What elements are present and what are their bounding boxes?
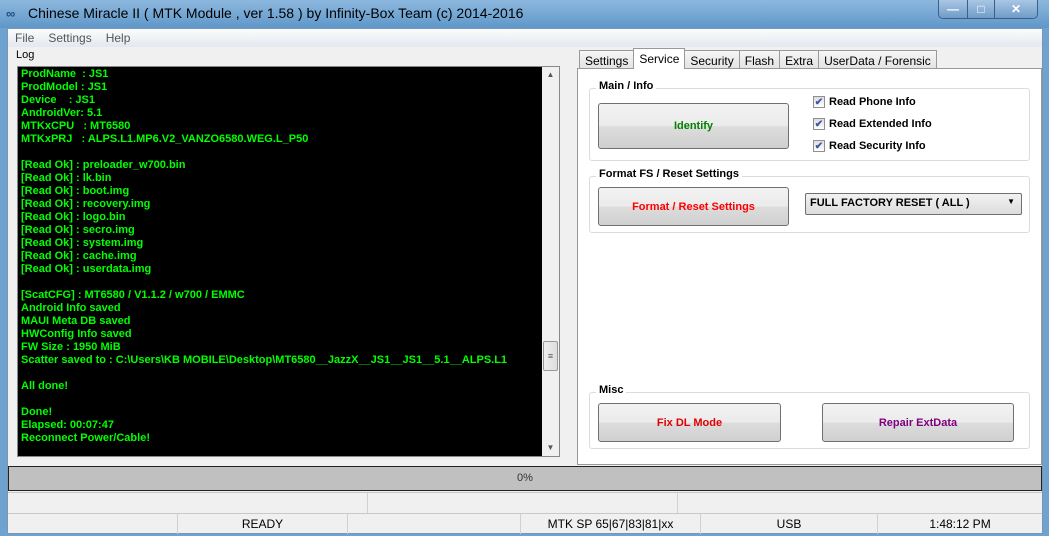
tab-service[interactable]: Service [633, 48, 686, 69]
tab-settings[interactable]: Settings [579, 50, 635, 69]
log-label: Log [16, 49, 35, 61]
tab-extra[interactable]: Extra [779, 50, 820, 69]
log-line: MAUI Meta DB saved [21, 315, 131, 327]
status-state: READY [178, 514, 348, 534]
log-line: Device : JS1 [21, 94, 95, 106]
status-time: 1:48:12 PM [929, 517, 991, 531]
infinity-logo-icon: ∞ [6, 6, 16, 21]
status-row-1 [8, 492, 1042, 513]
log-line: MTKxCPU : MT6580 [21, 120, 131, 132]
log-line: Scatter saved to : C:\Users\KB MOBILE\De… [21, 354, 508, 366]
progress-label: 0% [517, 472, 533, 484]
main-info-title: Main / Info [596, 80, 657, 92]
log-line: [Read Ok] : cache.img [21, 250, 137, 262]
misc-title: Misc [596, 384, 627, 396]
log-line: [Read Ok] : logo.bin [21, 211, 126, 223]
main-window: File Settings Help Log ProdName : JS1 Pro… [7, 28, 1043, 534]
repair-extdata-button[interactable]: Repair ExtData [822, 403, 1014, 442]
window-title: Chinese Miracle II ( MTK Module , ver 1.… [28, 5, 524, 21]
log-line: ProdName : JS1 [21, 68, 109, 80]
log-line: Elapsed: 00:07:47 [21, 419, 114, 431]
log-line: [Read Ok] : userdata.img [21, 263, 152, 275]
maximize-button[interactable]: □ [967, 0, 994, 18]
read-security-info-checkbox[interactable]: ✔ Read Security Info [813, 140, 926, 152]
scroll-thumb[interactable]: ≡ [543, 341, 558, 371]
log-output[interactable]: ProdName : JS1 ProdModel : JS1 Device : JS… [17, 66, 560, 457]
format-title: Format FS / Reset Settings [596, 168, 742, 180]
checkbox-label: Read Phone Info [829, 96, 916, 108]
status-cell [8, 514, 178, 534]
log-line: [Read Ok] : recovery.img [21, 198, 151, 210]
log-line: [Read Ok] : secro.img [21, 224, 135, 236]
status-connection: USB [701, 514, 878, 534]
chevron-down-icon: ▼ [1007, 197, 1015, 206]
log-line: All done! [21, 380, 69, 392]
log-line: Android Info saved [21, 302, 121, 314]
read-phone-info-checkbox[interactable]: ✔ Read Phone Info [813, 96, 916, 108]
menu-settings[interactable]: Settings [41, 29, 98, 47]
title-bar: ∞ Chinese Miracle II ( MTK Module , ver … [0, 0, 1049, 28]
status-bar: READY MTK SP 65|67|83|81|xx USB 1:48:12 … [8, 513, 1042, 534]
scroll-down-icon[interactable]: ▼ [542, 440, 559, 456]
status-protocol: MTK SP 65|67|83|81|xx [521, 514, 701, 534]
service-panel: Main / Info Identify ✔ Read Phone Info ✔ R… [577, 68, 1042, 465]
tab-flash[interactable]: Flash [738, 50, 781, 69]
fix-dl-mode-button[interactable]: Fix DL Mode [598, 403, 781, 442]
log-line: [Read Ok] : system.img [21, 237, 144, 249]
progress-bar: 0% [8, 466, 1042, 491]
log-lines: ProdName : JS1 ProdModel : JS1 Device : JS… [21, 68, 507, 445]
format-group: Format FS / Reset Settings Format / Rese… [589, 168, 1030, 233]
tab-userdata-forensic[interactable]: UserData / Forensic [818, 50, 937, 69]
menu-bar: File Settings Help [8, 29, 1042, 47]
log-line: FW Size : 1950 MiB [21, 341, 121, 353]
log-line: [Read Ok] : lk.bin [21, 172, 112, 184]
checkbox-label: Read Security Info [829, 140, 926, 152]
tab-bar: Settings Service Security Flash Extra Us… [579, 48, 937, 69]
checkbox-label: Read Extended Info [829, 118, 932, 130]
status-cell [8, 493, 368, 513]
log-line: Done! [21, 406, 53, 418]
main-info-group: Main / Info Identify ✔ Read Phone Info ✔ R… [589, 80, 1030, 161]
log-line: HWConfig Info saved [21, 328, 132, 340]
menu-help[interactable]: Help [99, 29, 138, 47]
scroll-up-icon[interactable]: ▲ [542, 67, 559, 83]
log-line: [ScatCFG] : MT6580 / V1.1.2 / w700 / EMM… [21, 289, 245, 301]
format-reset-button[interactable]: Format / Reset Settings [598, 187, 789, 226]
log-scrollbar[interactable]: ▲ ≡ ▼ [542, 67, 559, 456]
log-line: Reconnect Power/Cable! [21, 432, 150, 444]
close-button[interactable]: ✕ [994, 0, 1037, 18]
reset-mode-value: FULL FACTORY RESET ( ALL ) [810, 197, 970, 209]
log-line: ProdModel : JS1 [21, 81, 108, 93]
tab-security[interactable]: Security [684, 50, 740, 69]
log-line: MTKxPRJ : ALPS.L1.MP6.V2_VANZO6580.WEG.L… [21, 133, 309, 145]
menu-file[interactable]: File [8, 29, 41, 47]
minimize-button[interactable]: — [939, 0, 967, 18]
status-cell [368, 493, 678, 513]
log-line: [Read Ok] : boot.img [21, 185, 130, 197]
status-cell [348, 514, 521, 534]
log-line: [Read Ok] : preloader_w700.bin [21, 159, 186, 171]
status-cell [678, 493, 1042, 513]
reset-mode-select[interactable]: FULL FACTORY RESET ( ALL ) ▼ [805, 193, 1022, 215]
checkbox-checked-icon: ✔ [813, 96, 825, 108]
checkbox-checked-icon: ✔ [813, 140, 825, 152]
log-line: AndroidVer: 5.1 [21, 107, 103, 119]
read-extended-info-checkbox[interactable]: ✔ Read Extended Info [813, 118, 932, 130]
misc-group: Misc Fix DL Mode Repair ExtData [589, 384, 1030, 449]
identify-button[interactable]: Identify [598, 103, 789, 149]
checkbox-checked-icon: ✔ [813, 118, 825, 130]
